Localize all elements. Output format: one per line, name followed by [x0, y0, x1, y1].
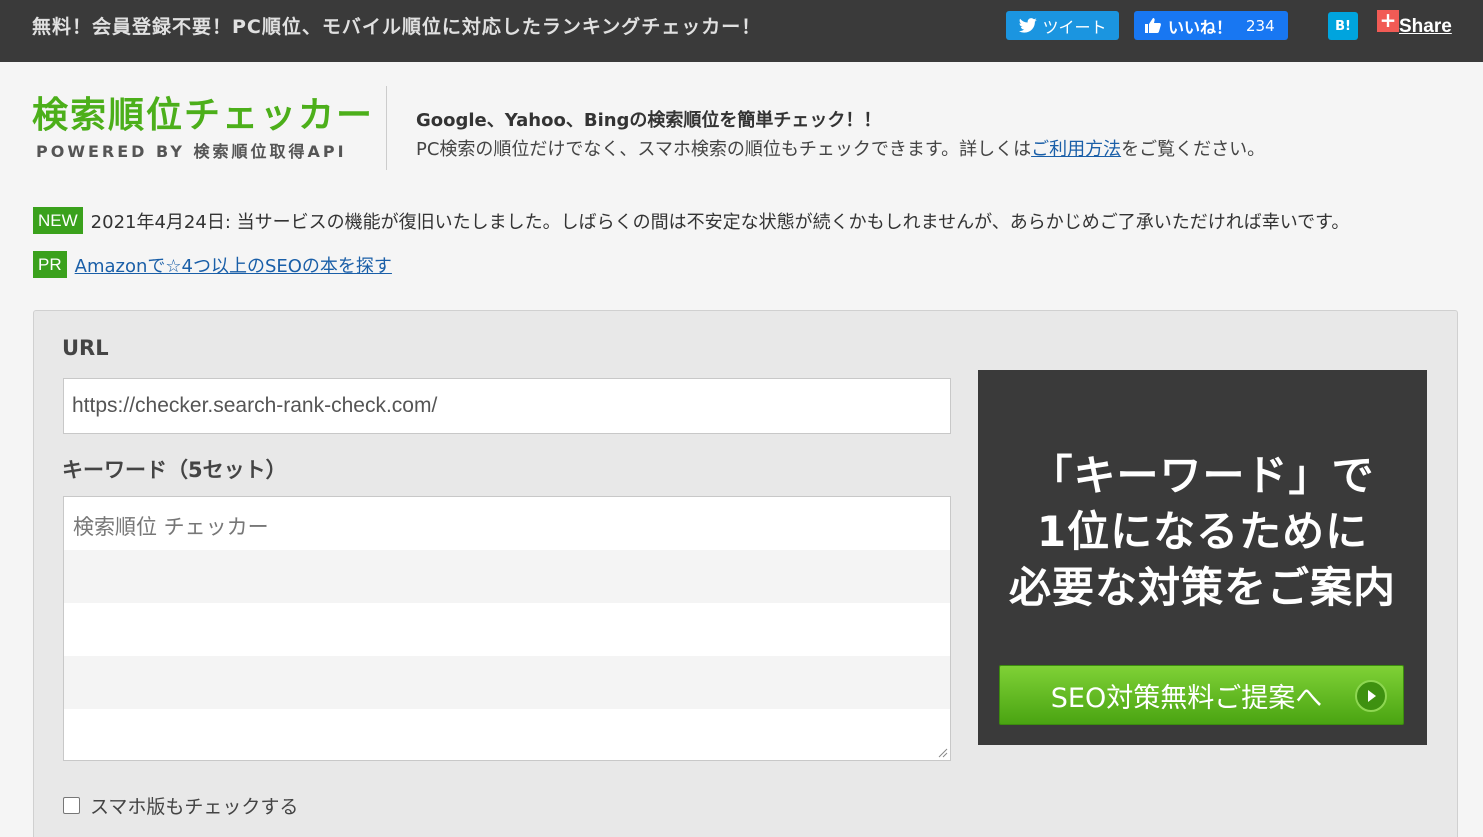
mobile-check-option[interactable]: スマホ版もチェックする [63, 792, 298, 819]
thumbs-up-icon [1145, 18, 1161, 33]
share-button[interactable]: + Share [1377, 10, 1452, 40]
intro-text-before: PC検索の順位だけでなく、スマホ検索の順位もチェックできます。詳しくは [416, 139, 1032, 160]
url-label: URL [62, 336, 109, 360]
header-divider [386, 86, 387, 170]
plus-icon: + [1377, 10, 1399, 32]
keyword-textarea[interactable]: 検索順位 チェッカー [63, 496, 951, 761]
ad-headline-line: 必要な対策をご案内 [1008, 563, 1396, 612]
tweet-label: ツイート [1042, 17, 1107, 37]
site-logo-subtitle: POWERED BY 検索順位取得API [36, 142, 347, 161]
usage-guide-link[interactable]: ご利用方法 [1031, 139, 1121, 160]
facebook-like-button[interactable]: いいね！ 234 [1134, 11, 1288, 40]
keyword-placeholder: 検索順位 チェッカー [73, 515, 269, 539]
new-badge: NEW [33, 207, 83, 234]
intro-text: PC検索の順位だけでなく、スマホ検索の順位もチェックできます。詳しくはご利用方法… [416, 135, 1265, 161]
like-count: 234 [1246, 16, 1275, 35]
keyword-row [64, 709, 950, 760]
news-notice: NEW 2021年4月24日: 当サービスの機能が復旧いたしました。しばらくの間… [33, 207, 1349, 234]
seo-proposal-label: SEO対策無料ご提案へ [1050, 682, 1323, 714]
keyword-row [64, 550, 950, 603]
like-label: いいね！ [1168, 17, 1233, 37]
site-tagline: 無料！会員登録不要！PC順位、モバイル順位に対応したランキングチェッカー！ [32, 16, 762, 38]
news-notice-text: 2021年4月24日: 当サービスの機能が復旧いたしました。しばらくの間は不安定… [90, 211, 1350, 233]
twitter-bird-icon [1019, 17, 1038, 33]
intro-heading: Google、Yahoo、Bingの検索順位を簡単チェック！！ [416, 110, 882, 131]
tweet-button[interactable]: ツイート [1006, 11, 1119, 40]
keyword-label: キーワード（5セット） [62, 458, 287, 482]
mobile-check-label: スマホ版もチェックする [90, 796, 299, 818]
ad-headline-line: 「キーワード」で [1030, 451, 1375, 500]
hatena-bookmark-button[interactable]: B! [1328, 12, 1358, 40]
hatena-bookmark-icon: B! [1335, 18, 1351, 34]
resize-grip-icon[interactable] [936, 746, 948, 758]
share-label: Share [1399, 16, 1452, 37]
site-logo-title[interactable]: 検索順位チェッカー [32, 86, 374, 138]
keyword-row [64, 603, 950, 656]
top-bar: 無料！会員登録不要！PC順位、モバイル順位に対応したランキングチェッカー！ ツイ… [0, 0, 1483, 62]
seo-proposal-button[interactable]: SEO対策無料ご提案へ [999, 665, 1404, 725]
ad-headline-line: 1位になるために [1036, 507, 1369, 556]
pr-badge: PR [33, 251, 67, 278]
mobile-checkbox[interactable] [63, 797, 80, 814]
intro-text-after: をご覧ください。 [1121, 139, 1266, 160]
url-input[interactable] [63, 378, 951, 434]
amazon-seo-books-link[interactable]: Amazonで☆4つ以上のSEOの本を探す [75, 252, 392, 278]
keyword-row [64, 656, 950, 709]
pr-notice: PR Amazonで☆4つ以上のSEOの本を探す [33, 251, 392, 278]
play-arrow-icon [1355, 680, 1387, 712]
seo-ad-banner[interactable]: 「キーワード」で 1位になるために 必要な対策をご案内 SEO対策無料ご提案へ [978, 370, 1427, 745]
